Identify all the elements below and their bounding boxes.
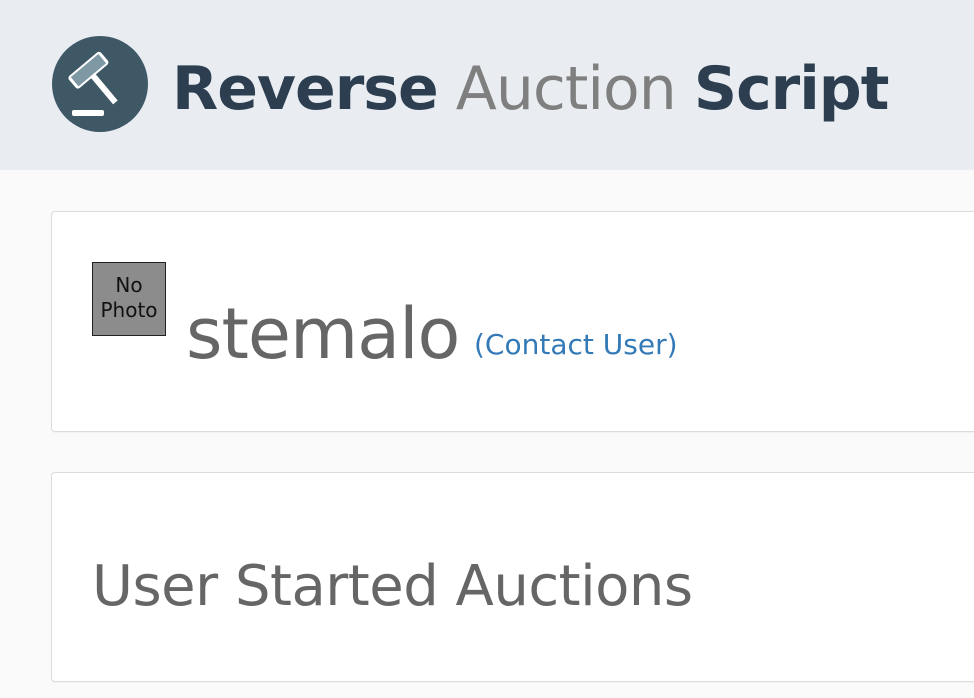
avatar-placeholder-line1: No: [115, 273, 143, 297]
avatar: No Photo: [92, 262, 166, 336]
brand-word-script: Script: [693, 54, 890, 124]
contact-user-link[interactable]: (Contact User): [474, 328, 678, 362]
brand-word-auction: Auction: [455, 54, 677, 124]
site-brand-title[interactable]: Reverse Auction Script: [172, 52, 890, 126]
home-logo-link[interactable]: [52, 36, 148, 132]
user-auctions-heading: User Started Auctions: [92, 554, 693, 619]
profile-username: stemalo: [186, 293, 460, 375]
user-auctions-panel: User Started Auctions: [51, 472, 974, 682]
brand-word-reverse: Reverse: [172, 54, 439, 124]
avatar-placeholder-line2: Photo: [100, 298, 158, 322]
user-profile-panel: No Photo stemalo (Contact User): [51, 211, 974, 432]
site-header: Reverse Auction Script: [0, 0, 974, 170]
gavel-icon: [52, 36, 148, 132]
